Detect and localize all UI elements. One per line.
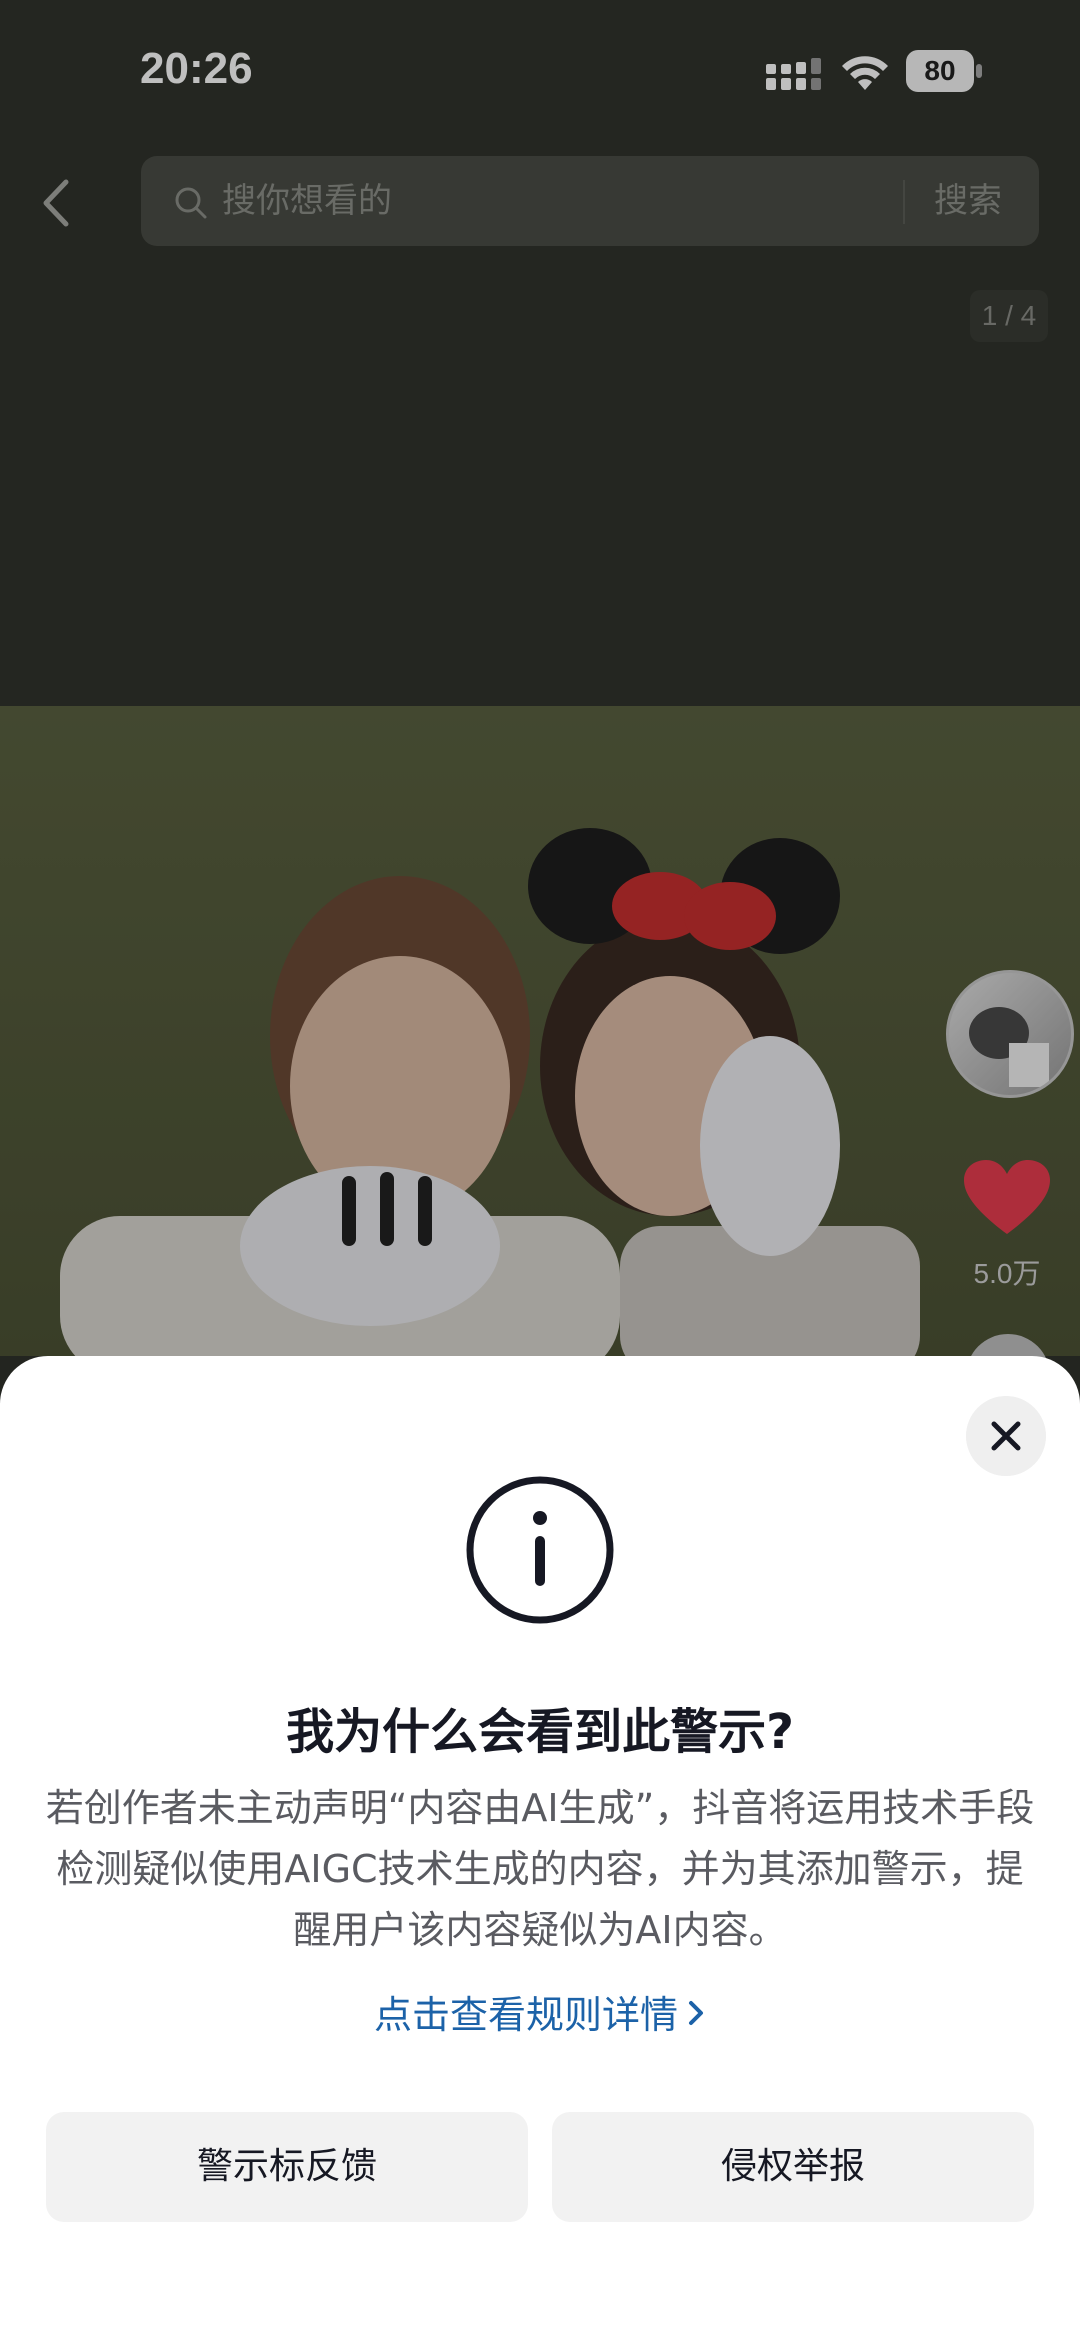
infringement-report-button[interactable]: 侵权举报 [552,2112,1034,2222]
chevron-right-icon [689,2001,703,2025]
rules-link-label: 点击查看规则详情 [373,1993,678,2037]
sheet-description: 若创作者未主动声明“内容由AI生成”，抖音将运用技术手段检测疑似使用AIGC技术… [45,1786,1035,1952]
info-icon [466,1476,614,1624]
warning-feedback-button[interactable]: 警示标反馈 [46,2112,528,2222]
sheet-title: 我为什么会看到此警示? [286,1704,794,1760]
rules-detail-link[interactable]: 点击查看规则详情 [0,1984,1080,2039]
close-icon[interactable] [966,1396,1046,1476]
